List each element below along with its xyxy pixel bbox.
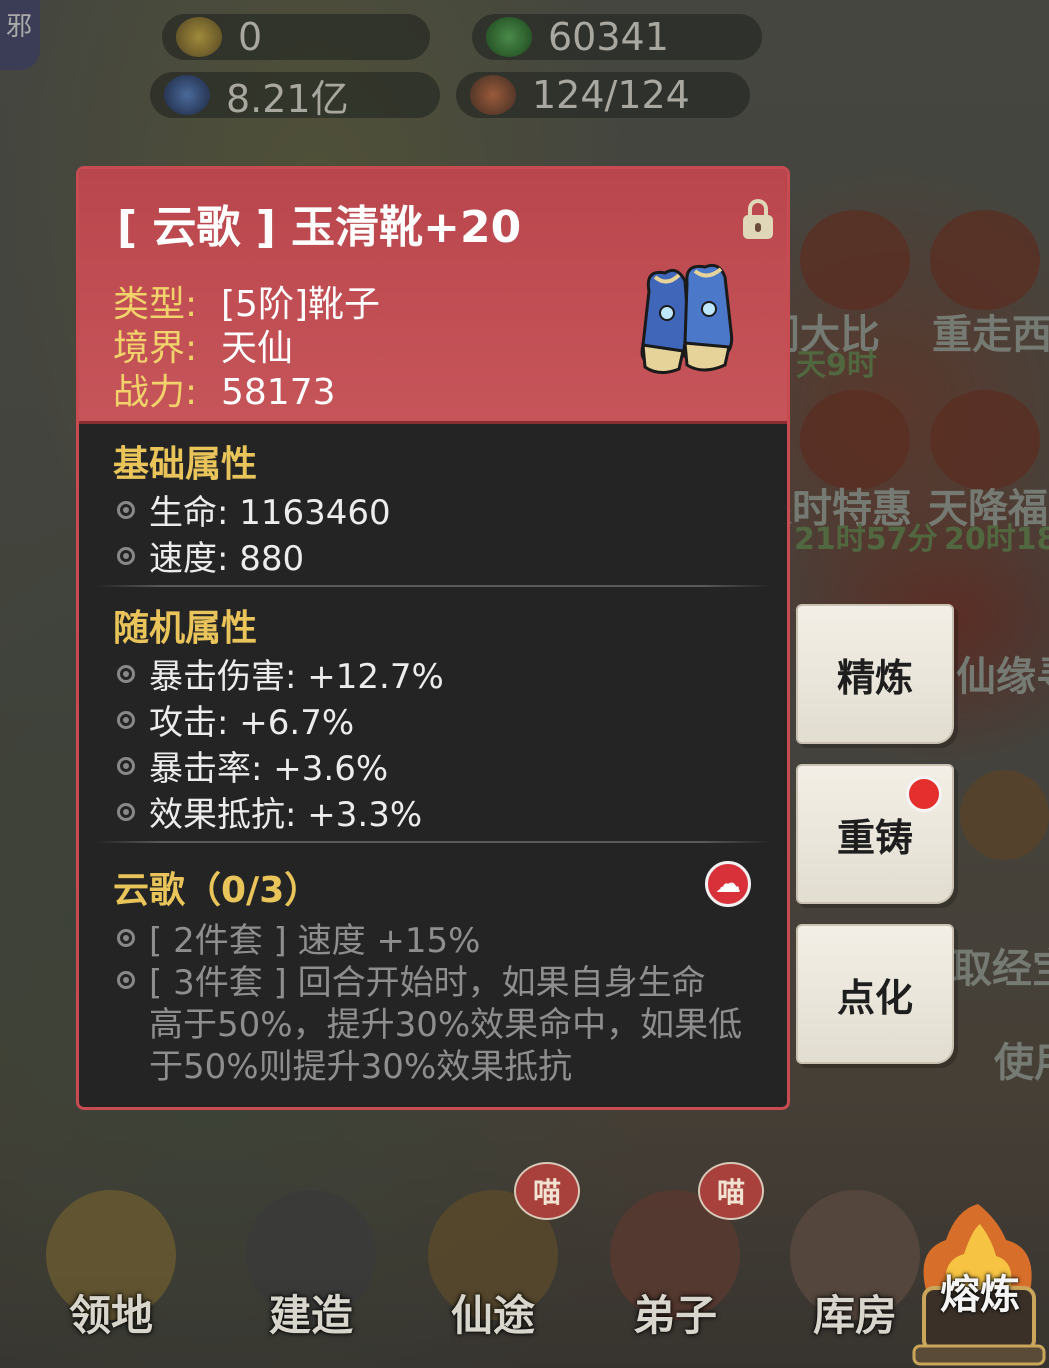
nav-territory-label: 领地 [68, 1291, 153, 1340]
base-attribute: 速度: 880 [117, 531, 304, 580]
bullet-icon [117, 664, 135, 683]
stamina-potion-icon [470, 75, 516, 115]
random-attribute: 攻击: +6.7% [117, 695, 354, 744]
boots-icon [640, 263, 734, 374]
nav-immortal-path-label: 仙途 [450, 1291, 535, 1340]
lock-icon[interactable] [743, 199, 773, 239]
refine-button[interactable]: 精炼 [796, 604, 954, 744]
bullet-icon [117, 546, 135, 565]
resource-spirit-stone[interactable]: 8.21亿 [150, 72, 440, 121]
resource-gold[interactable]: 0 [162, 14, 430, 60]
item-title: [ 云歌 ] 玉清靴+20 [117, 202, 522, 253]
resource-spirit-stone-value: 8.21亿 [226, 76, 349, 121]
sect-corner-badge[interactable]: 邪 [0, 0, 40, 70]
item-card-header: [ 云歌 ] 玉清靴+20 类型: [5阶]靴子 境界: 天仙 战力: 58173 [79, 169, 787, 424]
jade-dragon-icon [486, 17, 532, 57]
nav-build-label: 建造 [268, 1291, 353, 1340]
notification-dot [906, 776, 942, 812]
nav-immortal-path-badge: 喵 [514, 1162, 580, 1220]
bullet-icon [117, 802, 135, 821]
item-power-label: 战力: [113, 372, 198, 413]
random-attribute-text: 暴击率: +3.6% [149, 749, 389, 789]
nav-build[interactable]: 建造 [236, 1190, 386, 1360]
random-attribute-text: 效果抵抗: +3.3% [149, 795, 423, 835]
section-divider [95, 585, 771, 587]
resource-jade-value: 60341 [548, 15, 669, 59]
bullet-icon [117, 710, 135, 729]
item-power-value: 58173 [221, 372, 336, 413]
enchant-button[interactable]: 点化 [796, 924, 954, 1064]
resource-gold-value: 0 [238, 15, 263, 59]
item-power-row: 战力: 58173 [113, 363, 336, 415]
bullet-icon [117, 970, 135, 989]
random-attribute: 暴击率: +3.6% [117, 741, 388, 790]
nav-disciple-label: 弟子 [632, 1291, 717, 1340]
base-attribute: 生命: 1163460 [117, 485, 391, 534]
section-divider [95, 841, 771, 843]
resource-stamina-value: 124/124 [532, 73, 690, 117]
resource-stamina[interactable]: 124/124 [456, 72, 750, 118]
random-attribute-text: 暴击伤害: +12.7% [149, 657, 444, 697]
random-attributes-title: 随机属性 [113, 608, 258, 649]
resource-jade[interactable]: 60341 [472, 14, 762, 60]
cloud-set-icon: ☁ [705, 861, 751, 907]
base-attributes-title: 基础属性 [113, 444, 258, 485]
item-detail-card: [ 云歌 ] 玉清靴+20 类型: [5阶]靴子 境界: 天仙 战力: 58173 基… [76, 166, 790, 1110]
random-attribute-text: 攻击: +6.7% [149, 703, 355, 743]
set-effect-continued: 于50%则提升30%效果抵抗 [149, 1047, 573, 1087]
bullet-icon [117, 500, 135, 519]
melt-label: 熔炼 [940, 1272, 1020, 1318]
bullet-icon [117, 756, 135, 775]
nav-territory[interactable]: 领地 [36, 1190, 186, 1360]
base-attribute-text: 生命: 1163460 [149, 493, 391, 533]
spirit-stone-icon [164, 75, 210, 115]
set-bonus-title: 云歌（0/3） [113, 870, 321, 911]
bullet-icon [117, 928, 135, 947]
random-attribute: 暴击伤害: +12.7% [117, 649, 444, 698]
random-attribute: 效果抵抗: +3.3% [117, 787, 422, 836]
nav-disciple-badge: 喵 [698, 1162, 764, 1220]
base-attribute-text: 速度: 880 [149, 539, 305, 579]
gold-dragon-icon [176, 17, 222, 57]
